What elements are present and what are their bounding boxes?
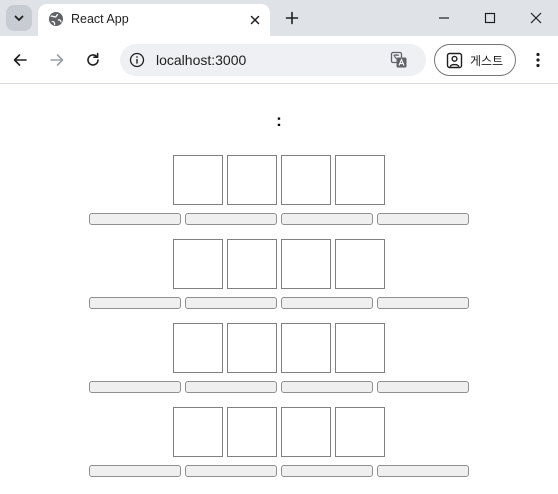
row-button[interactable] [185,381,277,393]
grid-cell[interactable] [281,155,331,205]
more-vertical-icon [536,52,540,68]
row-button[interactable] [281,381,373,393]
row-button[interactable] [89,381,181,393]
row-button[interactable] [185,465,277,477]
reload-button[interactable] [81,48,105,72]
minimize-button[interactable] [432,6,456,30]
grid-cell[interactable] [281,407,331,457]
grid-cell[interactable] [173,155,223,205]
url-text[interactable]: localhost:3000 [156,52,246,68]
row-button[interactable] [281,297,373,309]
browser-toolbar: localhost:3000 게스트 [0,36,558,84]
tab-search-button[interactable] [6,5,32,31]
browser-tab-active[interactable]: React App [38,4,270,36]
grid-cell[interactable] [227,239,277,289]
reload-icon [87,52,99,66]
profile-label: 게스트 [470,53,504,68]
cell-group [173,323,393,373]
forward-arrow-icon [50,54,64,66]
tab-close-button[interactable] [245,10,265,30]
button-group [89,381,473,393]
cell-group [173,407,393,457]
grid-cell[interactable] [227,323,277,373]
grid-cell[interactable] [227,407,277,457]
row-button[interactable] [377,297,469,309]
row-button[interactable] [281,213,373,225]
row-button[interactable] [185,297,277,309]
row-button[interactable] [89,297,181,309]
tab-strip: React App [0,0,558,36]
row-button[interactable] [281,465,373,477]
maximize-button[interactable] [478,6,502,30]
page-heading: : [276,111,282,130]
minimize-icon [439,17,449,19]
browser-menu-button[interactable] [526,48,550,72]
grid-cell[interactable] [173,239,223,289]
row-button[interactable] [377,213,469,225]
row-button[interactable] [377,465,469,477]
cell-group [173,155,393,205]
person-icon [446,52,463,68]
grid-cell[interactable] [227,155,277,205]
row-button[interactable] [89,465,181,477]
back-arrow-icon [13,54,27,66]
window-close-button[interactable] [524,6,548,30]
button-group [89,213,473,225]
info-icon[interactable] [129,52,145,68]
grid-cell[interactable] [335,323,385,373]
maximize-icon [484,12,496,24]
button-group [89,465,473,477]
grid-cell[interactable] [335,155,385,205]
back-button[interactable] [8,48,32,72]
tab-title: React App [71,12,129,26]
globe-icon [49,12,63,26]
forward-button[interactable] [45,48,69,72]
new-tab-button[interactable] [280,6,304,30]
grid-cell[interactable] [173,407,223,457]
address-bar[interactable]: localhost:3000 [120,44,426,76]
row-button[interactable] [377,381,469,393]
grid-cell[interactable] [281,323,331,373]
row-button[interactable] [89,213,181,225]
row-button[interactable] [185,213,277,225]
close-icon [250,15,260,25]
plus-icon [285,11,299,25]
cell-group [173,239,393,289]
grid-cell[interactable] [335,239,385,289]
grid-cell[interactable] [173,323,223,373]
profile-button[interactable]: 게스트 [434,44,516,76]
grid-cell[interactable] [335,407,385,457]
page-content: : [0,85,558,494]
grid-cell[interactable] [281,239,331,289]
button-group [89,297,473,309]
close-icon [530,12,542,24]
translate-icon[interactable] [390,51,408,69]
chevron-down-icon [14,15,24,21]
